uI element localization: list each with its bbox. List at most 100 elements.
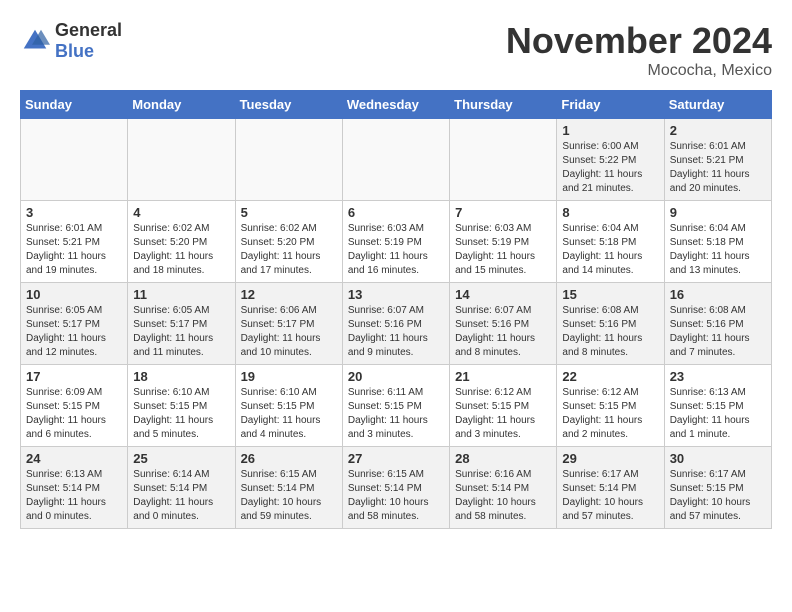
- day-info: Sunrise: 6:14 AM Sunset: 5:14 PM Dayligh…: [133, 468, 229, 524]
- logo-blue: Blue: [55, 41, 122, 62]
- calendar-cell: 3 Sunrise: 6:01 AM Sunset: 5:21 PM Daylig…: [21, 201, 128, 283]
- day-info: Sunrise: 6:02 AM Sunset: 5:20 PM Dayligh…: [133, 222, 229, 278]
- calendar-cell: 30 Sunrise: 6:17 AM Sunset: 5:15 PM Dayli…: [664, 447, 771, 529]
- calendar-table: SundayMondayTuesdayWednesdayThursdayFrid…: [20, 90, 772, 529]
- calendar-cell: 13Sunrise: 6:07 AM Sunset: 5:16 PM Dayli…: [342, 283, 449, 365]
- day-info: Sunrise: 6:01 AM Sunset: 5:21 PM Dayligh…: [26, 222, 122, 278]
- week-row-4: 17 Sunrise: 6:09 AM Sunset: 5:15 PM Dayli…: [21, 365, 772, 447]
- day-info: Sunrise: 6:02 AM Sunset: 5:20 PM Dayligh…: [241, 222, 337, 278]
- calendar-cell: [235, 119, 342, 201]
- calendar-cell: 8Sunrise: 6:04 AM Sunset: 5:18 PM Daylig…: [557, 201, 664, 283]
- calendar-cell: 23Sunrise: 6:13 AM Sunset: 5:15 PM Dayli…: [664, 365, 771, 447]
- day-number: 20: [348, 369, 444, 384]
- day-number: 7: [455, 205, 551, 220]
- week-row-3: 10 Sunrise: 6:05 AM Sunset: 5:17 PM Dayli…: [21, 283, 772, 365]
- calendar-cell: 14Sunrise: 6:07 AM Sunset: 5:16 PM Dayli…: [450, 283, 557, 365]
- day-number: 4: [133, 205, 229, 220]
- calendar-cell: [128, 119, 235, 201]
- logo-icon: [20, 26, 50, 56]
- day-number: 3: [26, 205, 122, 220]
- calendar-cell: 10Sunrise: 6:05 AM Sunset: 5:17 PM Dayli…: [21, 283, 128, 365]
- day-number: 17: [26, 369, 122, 384]
- weekday-header-row: SundayMondayTuesdayWednesdayThursdayFrid…: [21, 91, 772, 119]
- header-monday: Monday: [128, 91, 235, 119]
- day-info: Sunrise: 6:11 AM Sunset: 5:15 PM Dayligh…: [348, 386, 444, 442]
- day-info: Sunrise: 6:03 AM Sunset: 5:19 PM Dayligh…: [455, 222, 551, 278]
- calendar-cell: 16 Sunrise: 6:08 AM Sunset: 5:16 PM Dayli…: [664, 283, 771, 365]
- title-block: November 2024 Mococha, Mexico: [506, 20, 772, 80]
- calendar-cell: 24 Sunrise: 6:13 AM Sunset: 5:14 PM Dayli…: [21, 447, 128, 529]
- day-number: 11: [133, 287, 229, 302]
- day-number: 9: [670, 205, 766, 220]
- day-number: 22: [562, 369, 658, 384]
- day-info: Sunrise: 6:15 AM Sunset: 5:14 PM Dayligh…: [348, 468, 444, 524]
- week-row-2: 3 Sunrise: 6:01 AM Sunset: 5:21 PM Daylig…: [21, 201, 772, 283]
- header-wednesday: Wednesday: [342, 91, 449, 119]
- calendar-cell: 29Sunrise: 6:17 AM Sunset: 5:14 PM Dayli…: [557, 447, 664, 529]
- day-number: 24: [26, 451, 122, 466]
- header-sunday: Sunday: [21, 91, 128, 119]
- week-row-1: 1 Sunrise: 6:00 AM Sunset: 5:22 PM Daylig…: [21, 119, 772, 201]
- calendar-cell: 11 Sunrise: 6:05 AM Sunset: 5:17 PM Dayli…: [128, 283, 235, 365]
- day-info: Sunrise: 6:10 AM Sunset: 5:15 PM Dayligh…: [241, 386, 337, 442]
- calendar-cell: 2 Sunrise: 6:01 AM Sunset: 5:21 PM Daylig…: [664, 119, 771, 201]
- calendar-cell: 25 Sunrise: 6:14 AM Sunset: 5:14 PM Dayli…: [128, 447, 235, 529]
- week-row-5: 24 Sunrise: 6:13 AM Sunset: 5:14 PM Dayli…: [21, 447, 772, 529]
- day-number: 10: [26, 287, 122, 302]
- calendar-cell: 18 Sunrise: 6:10 AM Sunset: 5:15 PM Dayli…: [128, 365, 235, 447]
- logo-general: General: [55, 20, 122, 41]
- calendar-cell: 22 Sunrise: 6:12 AM Sunset: 5:15 PM Dayli…: [557, 365, 664, 447]
- calendar-cell: 9 Sunrise: 6:04 AM Sunset: 5:18 PM Daylig…: [664, 201, 771, 283]
- day-number: 30: [670, 451, 766, 466]
- day-info: Sunrise: 6:04 AM Sunset: 5:18 PM Dayligh…: [670, 222, 766, 278]
- day-number: 15: [562, 287, 658, 302]
- calendar-cell: [342, 119, 449, 201]
- day-number: 6: [348, 205, 444, 220]
- day-number: 28: [455, 451, 551, 466]
- day-info: Sunrise: 6:17 AM Sunset: 5:15 PM Dayligh…: [670, 468, 766, 524]
- day-info: Sunrise: 6:10 AM Sunset: 5:15 PM Dayligh…: [133, 386, 229, 442]
- day-info: Sunrise: 6:05 AM Sunset: 5:17 PM Dayligh…: [133, 304, 229, 360]
- day-info: Sunrise: 6:03 AM Sunset: 5:19 PM Dayligh…: [348, 222, 444, 278]
- day-info: Sunrise: 6:09 AM Sunset: 5:15 PM Dayligh…: [26, 386, 122, 442]
- header-thursday: Thursday: [450, 91, 557, 119]
- day-number: 18: [133, 369, 229, 384]
- page-header: General Blue November 2024 Mococha, Mexi…: [20, 20, 772, 80]
- day-info: Sunrise: 6:17 AM Sunset: 5:14 PM Dayligh…: [562, 468, 658, 524]
- day-info: Sunrise: 6:13 AM Sunset: 5:14 PM Dayligh…: [26, 468, 122, 524]
- calendar-cell: 20 Sunrise: 6:11 AM Sunset: 5:15 PM Dayli…: [342, 365, 449, 447]
- month-title: November 2024: [506, 20, 772, 62]
- day-number: 2: [670, 123, 766, 138]
- day-info: Sunrise: 6:13 AM Sunset: 5:15 PM Dayligh…: [670, 386, 766, 442]
- calendar-cell: 15Sunrise: 6:08 AM Sunset: 5:16 PM Dayli…: [557, 283, 664, 365]
- calendar-cell: 17 Sunrise: 6:09 AM Sunset: 5:15 PM Dayli…: [21, 365, 128, 447]
- day-info: Sunrise: 6:07 AM Sunset: 5:16 PM Dayligh…: [348, 304, 444, 360]
- day-number: 19: [241, 369, 337, 384]
- day-number: 26: [241, 451, 337, 466]
- calendar-cell: [450, 119, 557, 201]
- day-number: 14: [455, 287, 551, 302]
- logo: General Blue: [20, 20, 122, 62]
- day-info: Sunrise: 6:12 AM Sunset: 5:15 PM Dayligh…: [562, 386, 658, 442]
- location-title: Mococha, Mexico: [506, 62, 772, 80]
- day-number: 1: [562, 123, 658, 138]
- day-number: 25: [133, 451, 229, 466]
- calendar-cell: 21Sunrise: 6:12 AM Sunset: 5:15 PM Dayli…: [450, 365, 557, 447]
- calendar-cell: 5 Sunrise: 6:02 AM Sunset: 5:20 PM Daylig…: [235, 201, 342, 283]
- header-tuesday: Tuesday: [235, 91, 342, 119]
- day-number: 5: [241, 205, 337, 220]
- day-info: Sunrise: 6:01 AM Sunset: 5:21 PM Dayligh…: [670, 140, 766, 196]
- day-info: Sunrise: 6:04 AM Sunset: 5:18 PM Dayligh…: [562, 222, 658, 278]
- day-info: Sunrise: 6:08 AM Sunset: 5:16 PM Dayligh…: [670, 304, 766, 360]
- calendar-cell: 26 Sunrise: 6:15 AM Sunset: 5:14 PM Dayli…: [235, 447, 342, 529]
- day-number: 16: [670, 287, 766, 302]
- calendar-cell: 4 Sunrise: 6:02 AM Sunset: 5:20 PM Daylig…: [128, 201, 235, 283]
- day-info: Sunrise: 6:15 AM Sunset: 5:14 PM Dayligh…: [241, 468, 337, 524]
- calendar-cell: 1 Sunrise: 6:00 AM Sunset: 5:22 PM Daylig…: [557, 119, 664, 201]
- day-info: Sunrise: 6:16 AM Sunset: 5:14 PM Dayligh…: [455, 468, 551, 524]
- day-number: 27: [348, 451, 444, 466]
- day-info: Sunrise: 6:00 AM Sunset: 5:22 PM Dayligh…: [562, 140, 658, 196]
- day-number: 21: [455, 369, 551, 384]
- calendar-cell: 7 Sunrise: 6:03 AM Sunset: 5:19 PM Daylig…: [450, 201, 557, 283]
- calendar-cell: 19 Sunrise: 6:10 AM Sunset: 5:15 PM Dayli…: [235, 365, 342, 447]
